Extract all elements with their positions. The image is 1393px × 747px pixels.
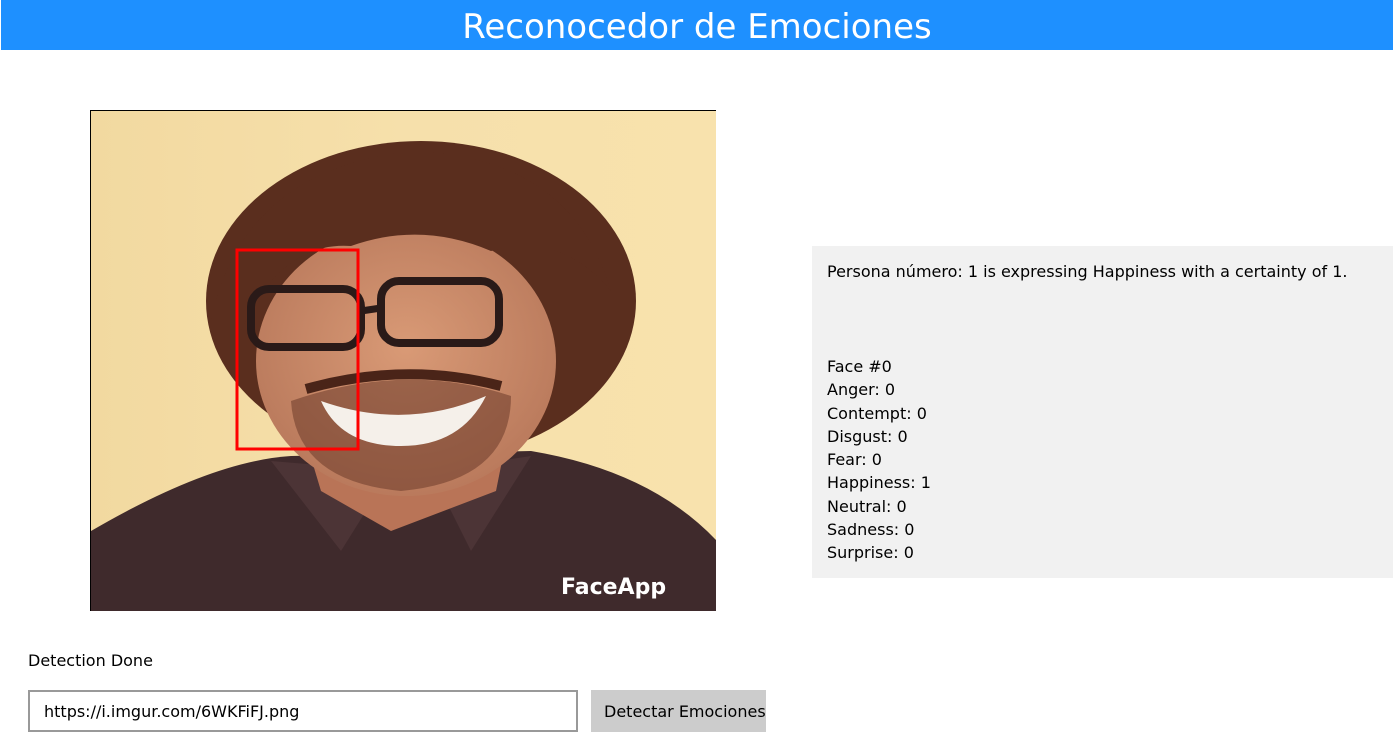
results-panel: Persona número: 1 is expressing Happines…	[812, 246, 1393, 578]
emotion-summary: Persona número: 1 is expressing Happines…	[827, 262, 1348, 281]
photo-illustration: FaceApp	[91, 111, 716, 611]
analyzed-photo: FaceApp	[90, 110, 716, 611]
emotion-contempt: Contempt: 0	[827, 403, 927, 423]
emotion-neutral: Neutral: 0	[827, 496, 907, 516]
face-label: Face #0	[827, 357, 892, 376]
watermark-text: FaceApp	[561, 575, 666, 600]
emotion-sadness: Sadness: 0	[827, 520, 915, 540]
emotion-list: Face #0 Anger: 0 Contempt: 0 Disgust: 0 …	[827, 355, 1393, 565]
emotion-disgust: Disgust: 0	[827, 426, 908, 446]
status-label: Detection Done	[28, 651, 153, 670]
app-title: Reconocedor de Emociones	[462, 7, 932, 47]
image-url-input[interactable]	[28, 690, 578, 732]
emotion-fear: Fear: 0	[827, 450, 882, 470]
emotion-surprise: Surprise: 0	[827, 543, 914, 563]
app-title-bar: Reconocedor de Emociones	[0, 0, 1393, 50]
emotion-happiness: Happiness: 1	[827, 473, 931, 493]
detect-emotions-button[interactable]: Detectar Emociones	[591, 690, 766, 732]
emotion-anger: Anger: 0	[827, 380, 896, 400]
